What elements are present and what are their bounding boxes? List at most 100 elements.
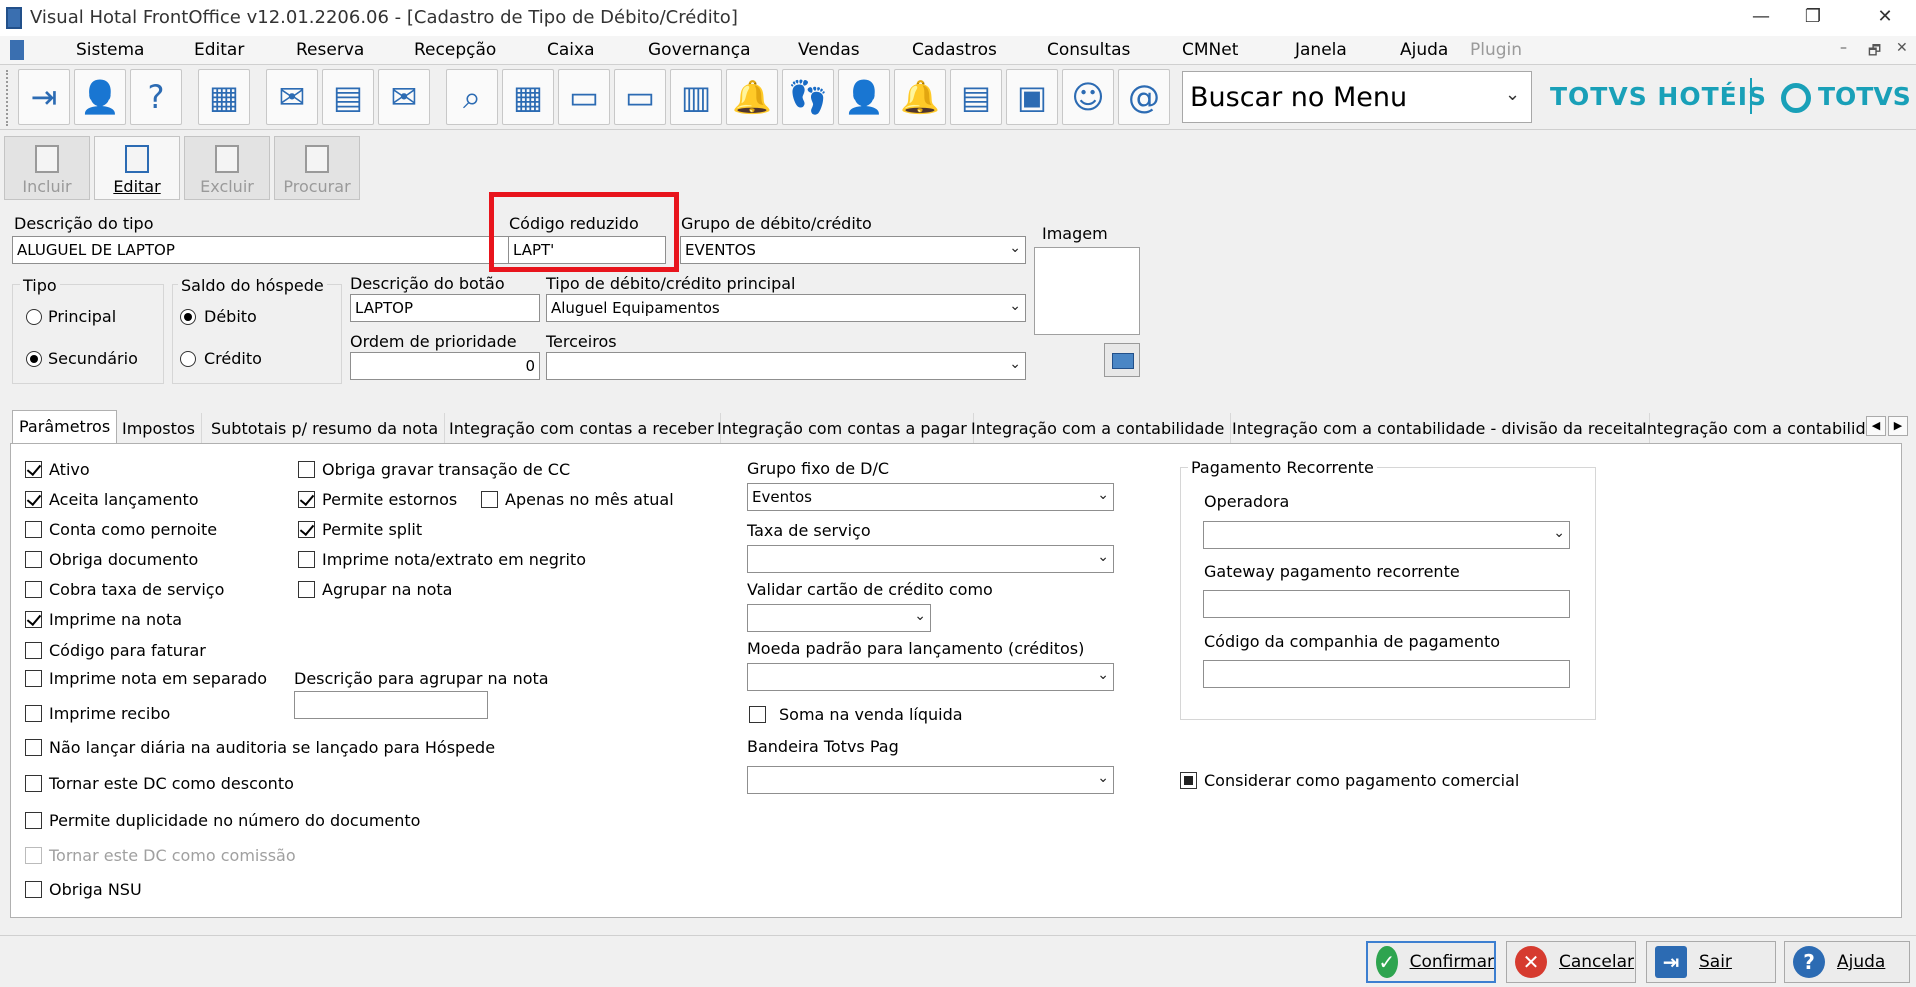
- toolbar-bell-user-button[interactable]: 🔔: [894, 69, 946, 125]
- ajuda-button[interactable]: ? Ajuda: [1784, 941, 1910, 983]
- conta-pernoite-checkbox[interactable]: [25, 521, 42, 538]
- minimize-button[interactable]: —: [1738, 0, 1784, 36]
- taxa-servico-combo[interactable]: ⌄: [747, 545, 1114, 573]
- toolbar-spreadsheet-button[interactable]: ▤: [322, 69, 374, 125]
- saldo-credito-radio[interactable]: [180, 351, 196, 367]
- close-button[interactable]: ✕: [1862, 0, 1908, 36]
- tab-contas-receber[interactable]: Integração com contas a receber: [443, 413, 721, 443]
- menu-governanca[interactable]: Governança: [648, 40, 751, 60]
- gateway-input[interactable]: [1203, 590, 1570, 618]
- toolbar-org-chart-button[interactable]: ▦: [198, 69, 250, 125]
- saldo-debito-radio[interactable]: [180, 309, 196, 325]
- excluir-button[interactable]: Excluir: [184, 136, 270, 200]
- menu-cadastros[interactable]: Cadastros: [912, 40, 997, 60]
- tab-contas-pagar[interactable]: Integração com contas a pagar: [711, 413, 974, 443]
- agrupar-nota-checkbox[interactable]: [298, 581, 315, 598]
- toolbar-add-user-button[interactable]: 👤: [838, 69, 890, 125]
- menu-reserva[interactable]: Reserva: [296, 40, 364, 60]
- menu-vendas[interactable]: Vendas: [798, 40, 860, 60]
- toolbar-cash-register-button[interactable]: ▣: [1006, 69, 1058, 125]
- nao-lancar-diaria-checkbox[interactable]: [25, 739, 42, 756]
- grupo-fixo-combo[interactable]: Eventos ⌄: [747, 483, 1114, 511]
- toolbar-mail-send-button[interactable]: ✉: [378, 69, 430, 125]
- tab-scroll-left-button[interactable]: ◀: [1866, 416, 1886, 436]
- descricao-botao-input[interactable]: LAPTOP: [350, 294, 540, 322]
- descricao-agrupar-input[interactable]: [294, 691, 488, 719]
- imprime-negrito-checkbox[interactable]: [298, 551, 315, 568]
- descricao-tipo-input[interactable]: ALUGUEL DE LAPTOP: [12, 236, 540, 264]
- considerar-pagamento-checkbox[interactable]: [1180, 772, 1197, 789]
- imprime-nota-separado-checkbox[interactable]: [25, 670, 42, 687]
- imprime-nota-checkbox[interactable]: [25, 611, 42, 628]
- ordem-input[interactable]: 0: [350, 352, 540, 380]
- cancelar-button[interactable]: ✕ Cancelar: [1506, 941, 1636, 983]
- procurar-button[interactable]: Procurar: [274, 136, 360, 200]
- mdi-restore-button[interactable]: 🗗: [1868, 40, 1881, 64]
- aceita-lancamento-checkbox[interactable]: [25, 491, 42, 508]
- tab-subtotais[interactable]: Subtotais p/ resumo da nota: [205, 413, 446, 443]
- tipo-secundario-radio[interactable]: [26, 351, 42, 367]
- soma-venda-checkbox[interactable]: [749, 706, 766, 723]
- tab-parametros[interactable]: Parâmetros: [12, 410, 118, 444]
- apenas-mes-atual-checkbox[interactable]: [481, 491, 498, 508]
- toolbar-search-button[interactable]: ⌕: [446, 69, 498, 125]
- toolbar-calendar-button[interactable]: ▦: [502, 69, 554, 125]
- toolbar-invoice-button[interactable]: ▤: [950, 69, 1002, 125]
- imprime-recibo-checkbox[interactable]: [25, 705, 42, 722]
- toolbar-guest-card-2-button[interactable]: ▭: [614, 69, 666, 125]
- guest-card-icon: ▭: [568, 78, 600, 116]
- toolbar-report-user-button[interactable]: ▥: [670, 69, 722, 125]
- ativo-checkbox[interactable]: [25, 461, 42, 478]
- obriga-nsu-checkbox[interactable]: [25, 881, 42, 898]
- validar-cartao-combo[interactable]: ⌄: [747, 604, 931, 632]
- toolbar-bell-button[interactable]: 🔔: [726, 69, 778, 125]
- codigo-companhia-input[interactable]: [1203, 660, 1570, 688]
- mdi-minimize-button[interactable]: –: [1840, 40, 1847, 56]
- tab-contabilidade-more[interactable]: Integração com a contabilida: [1636, 413, 1866, 443]
- tipo-principal-dc-combo[interactable]: Aluguel Equipamentos ⌄: [546, 294, 1026, 322]
- moeda-combo[interactable]: ⌄: [747, 663, 1114, 691]
- tab-impostos[interactable]: Impostos: [116, 413, 202, 443]
- codigo-faturar-checkbox[interactable]: [25, 642, 42, 659]
- menu-recepcao[interactable]: Recepção: [414, 40, 496, 60]
- menu-cmnet[interactable]: CMNet: [1182, 40, 1238, 60]
- restore-button[interactable]: ❐: [1790, 0, 1836, 36]
- terceiros-combo[interactable]: ⌄: [546, 352, 1026, 380]
- toolbar-user-key-button[interactable]: 👤: [74, 69, 126, 125]
- mdi-close-button[interactable]: ✕: [1896, 40, 1908, 56]
- menu-sistema[interactable]: Sistema: [76, 40, 144, 60]
- tab-scroll-right-button[interactable]: ▶: [1888, 416, 1908, 436]
- imprime-negrito-label: Imprime nota/extrato em negrito: [322, 550, 586, 569]
- obriga-documento-checkbox[interactable]: [25, 551, 42, 568]
- tab-contabilidade-divisao[interactable]: Integração com a contabilidade - divisão…: [1226, 413, 1651, 443]
- toolbar-mail-button[interactable]: ✉: [266, 69, 318, 125]
- menu-editar[interactable]: Editar: [194, 40, 244, 60]
- editar-button[interactable]: Editar: [94, 136, 180, 200]
- incluir-button[interactable]: Incluir: [4, 136, 90, 200]
- cobra-taxa-servico-checkbox[interactable]: [25, 581, 42, 598]
- toolbar-footprints-button[interactable]: 👣: [782, 69, 834, 125]
- sair-button[interactable]: ⇥ Sair: [1646, 941, 1776, 983]
- operadora-combo[interactable]: ⌄: [1203, 521, 1570, 549]
- toolbar-maid-button[interactable]: ☺: [1062, 69, 1114, 125]
- toolbar-grip[interactable]: [6, 70, 12, 126]
- menu-consultas[interactable]: Consultas: [1047, 40, 1130, 60]
- grupo-combo[interactable]: EVENTOS ⌄: [680, 236, 1026, 264]
- bandeira-combo[interactable]: ⌄: [747, 766, 1114, 794]
- permite-duplicidade-checkbox[interactable]: [25, 812, 42, 829]
- permite-split-checkbox[interactable]: [298, 521, 315, 538]
- menu-janela[interactable]: Janela: [1295, 40, 1347, 60]
- image-select-button[interactable]: [1104, 343, 1140, 377]
- menu-caixa[interactable]: Caixa: [547, 40, 595, 60]
- toolbar-help-button[interactable]: ?: [130, 69, 182, 125]
- confirmar-button[interactable]: ✓ Confirmar: [1366, 941, 1496, 983]
- toolbar-guest-card-button[interactable]: ▭: [558, 69, 610, 125]
- dc-desconto-checkbox[interactable]: [25, 775, 42, 792]
- obriga-transacao-cc-checkbox[interactable]: [298, 461, 315, 478]
- permite-estornos-checkbox[interactable]: [298, 491, 315, 508]
- tab-contabilidade[interactable]: Integração com a contabilidade: [965, 413, 1232, 443]
- menu-ajuda[interactable]: Ajuda: [1400, 40, 1448, 60]
- toolbar-email-at-button[interactable]: @: [1118, 69, 1170, 125]
- tipo-principal-radio[interactable]: [26, 309, 42, 325]
- toolbar-exit-button[interactable]: ⇥: [18, 69, 70, 125]
